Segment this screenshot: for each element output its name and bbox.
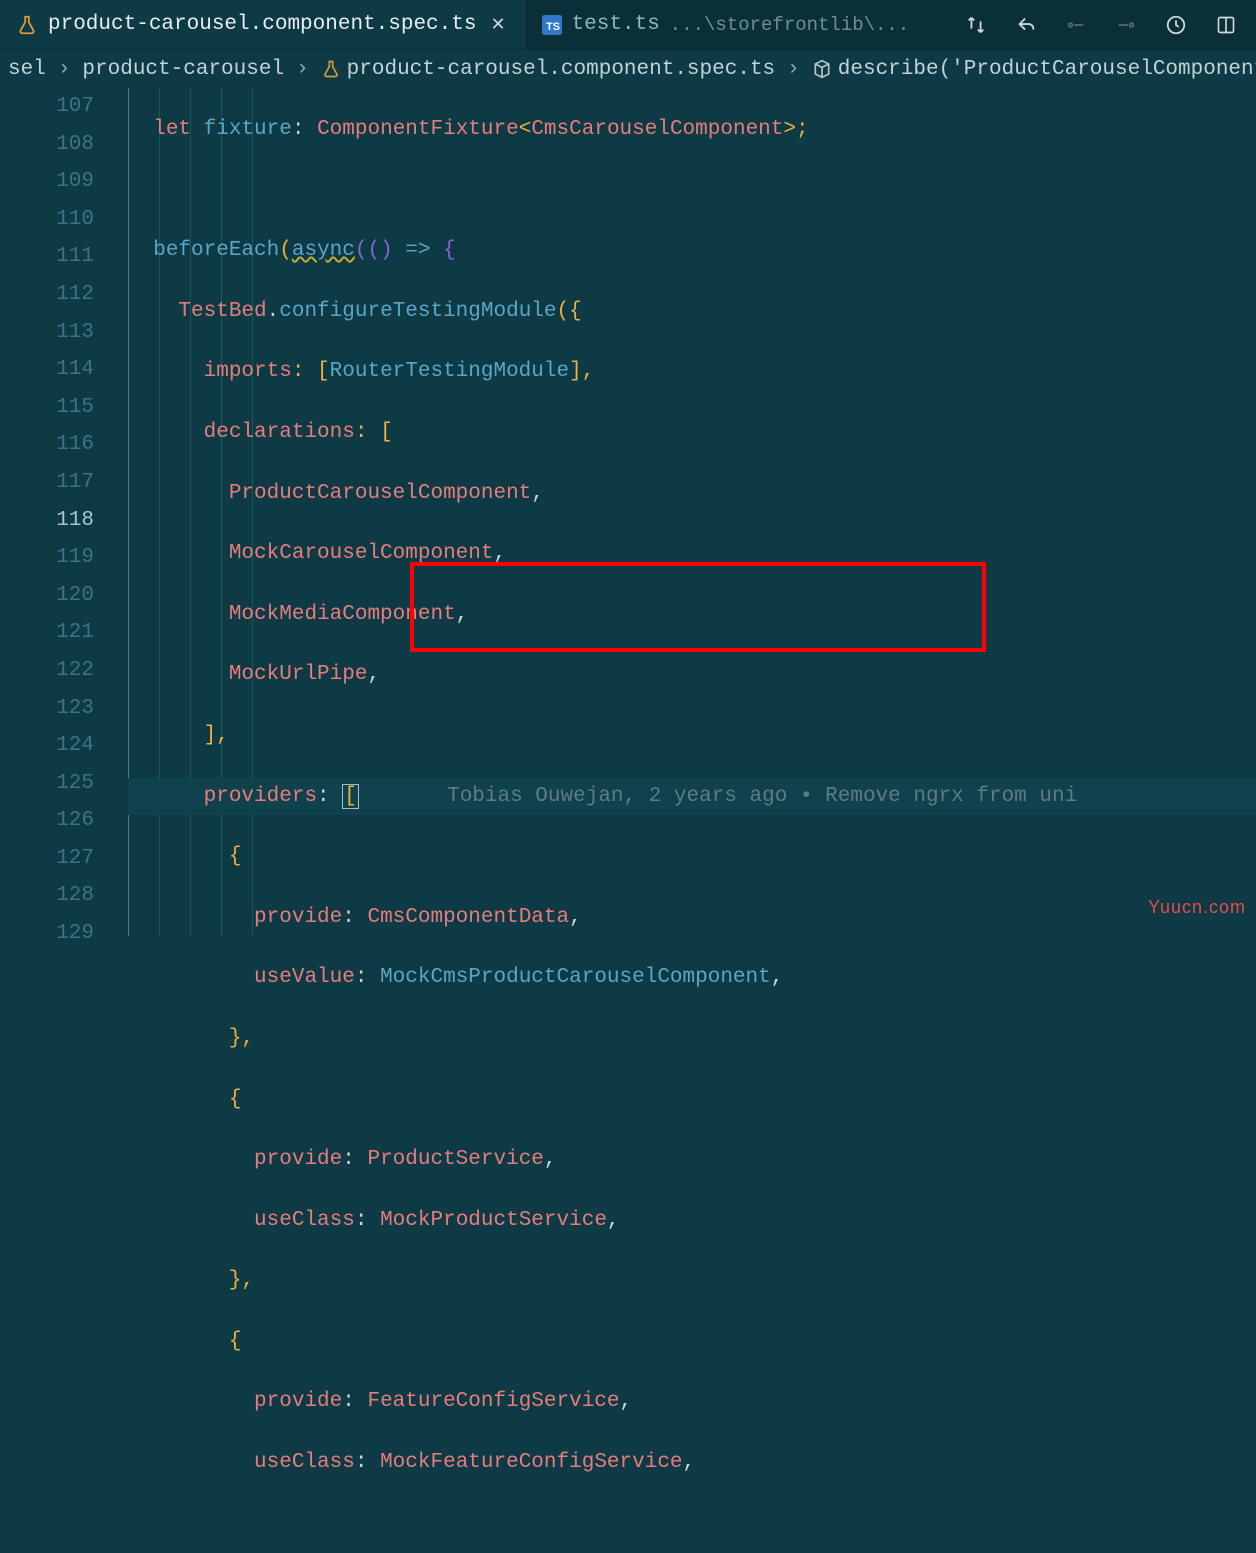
code-line: provide: ProductService, xyxy=(128,1141,1256,1179)
crumb-a[interactable]: sel xyxy=(8,58,46,81)
code-line: MockUrlPipe, xyxy=(128,656,1256,694)
tab-active[interactable]: product-carousel.component.spec.ts ✕ xyxy=(0,0,526,49)
svg-text:TS: TS xyxy=(546,21,560,33)
tab-second[interactable]: TS test.ts ...\storefrontlib\... xyxy=(526,0,926,49)
code-line: useClass: MockProductService, xyxy=(128,1202,1256,1240)
code-line: useClass: MockFeatureConfigService, xyxy=(128,1444,1256,1482)
code-line: { xyxy=(128,1081,1256,1119)
git-blame-annotation: Tobias Ouwejan, 2 years ago • Remove ngr… xyxy=(447,785,1077,808)
run-icon[interactable] xyxy=(1114,13,1138,37)
code-line: }, xyxy=(128,1020,1256,1058)
code-line: { xyxy=(128,838,1256,876)
crumb-b[interactable]: product-carousel xyxy=(82,58,284,81)
more-icon[interactable] xyxy=(1164,13,1188,37)
crumb-c[interactable]: product-carousel.component.spec.ts xyxy=(347,58,775,81)
tab-second-hint: ...\storefrontlib\... xyxy=(670,14,909,36)
code-line: ProductCarouselComponent, xyxy=(128,475,1256,513)
tab-actions xyxy=(964,13,1256,37)
go-forward-icon[interactable] xyxy=(1064,13,1088,37)
symbol-icon xyxy=(812,59,832,79)
line-gutter: 1071081091101111121131141151161171181191… xyxy=(0,88,128,936)
code-line: provide: FeatureConfigService, xyxy=(128,1383,1256,1421)
code-line: TestBed.configureTestingModule({ xyxy=(128,293,1256,331)
chevron-right-icon: › xyxy=(52,58,77,81)
code-line: let fixture: ComponentFixture<CmsCarouse… xyxy=(128,111,1256,149)
editor-tabs: product-carousel.component.spec.ts ✕ TS … xyxy=(0,0,1256,50)
split-editor-icon[interactable] xyxy=(1214,13,1238,37)
breadcrumb: sel › product-carousel › product-carouse… xyxy=(0,50,1256,88)
flask-icon xyxy=(16,14,38,36)
code-line xyxy=(128,172,1256,210)
close-icon[interactable]: ✕ xyxy=(486,14,509,36)
code-line: beforeEach(async(() => { xyxy=(128,232,1256,270)
chevron-right-icon: › xyxy=(290,58,315,81)
go-back-icon[interactable] xyxy=(1014,13,1038,37)
code-line-current: providers: [ Tobias Ouwejan, 2 years ago… xyxy=(128,778,1256,816)
flask-icon xyxy=(321,59,341,79)
code-line: MockCarouselComponent, xyxy=(128,535,1256,573)
code-line: imports: [RouterTestingModule], xyxy=(128,353,1256,391)
code-line: { xyxy=(128,1323,1256,1361)
tab-second-label: test.ts xyxy=(572,13,660,36)
code-line: MockMediaComponent, xyxy=(128,596,1256,634)
crumb-d[interactable]: describe('ProductCarouselComponent' xyxy=(838,58,1256,81)
code-editor[interactable]: 1071081091101111121131141151161171181191… xyxy=(0,88,1256,936)
code-line: ], xyxy=(128,717,1256,755)
code-line: useValue: MockCmsProductCarouselComponen… xyxy=(128,959,1256,997)
ts-file-icon: TS xyxy=(542,15,562,35)
chevron-right-icon: › xyxy=(781,58,806,81)
code-area[interactable]: let fixture: ComponentFixture<CmsCarouse… xyxy=(128,88,1256,936)
watermark: Yuucn.com xyxy=(1148,897,1246,918)
code-line: }, xyxy=(128,1262,1256,1300)
code-line: declarations: [ xyxy=(128,414,1256,452)
compare-changes-icon[interactable] xyxy=(964,13,988,37)
code-line: provide: CmsComponentData, xyxy=(128,899,1256,937)
tab-active-label: product-carousel.component.spec.ts xyxy=(48,13,476,36)
